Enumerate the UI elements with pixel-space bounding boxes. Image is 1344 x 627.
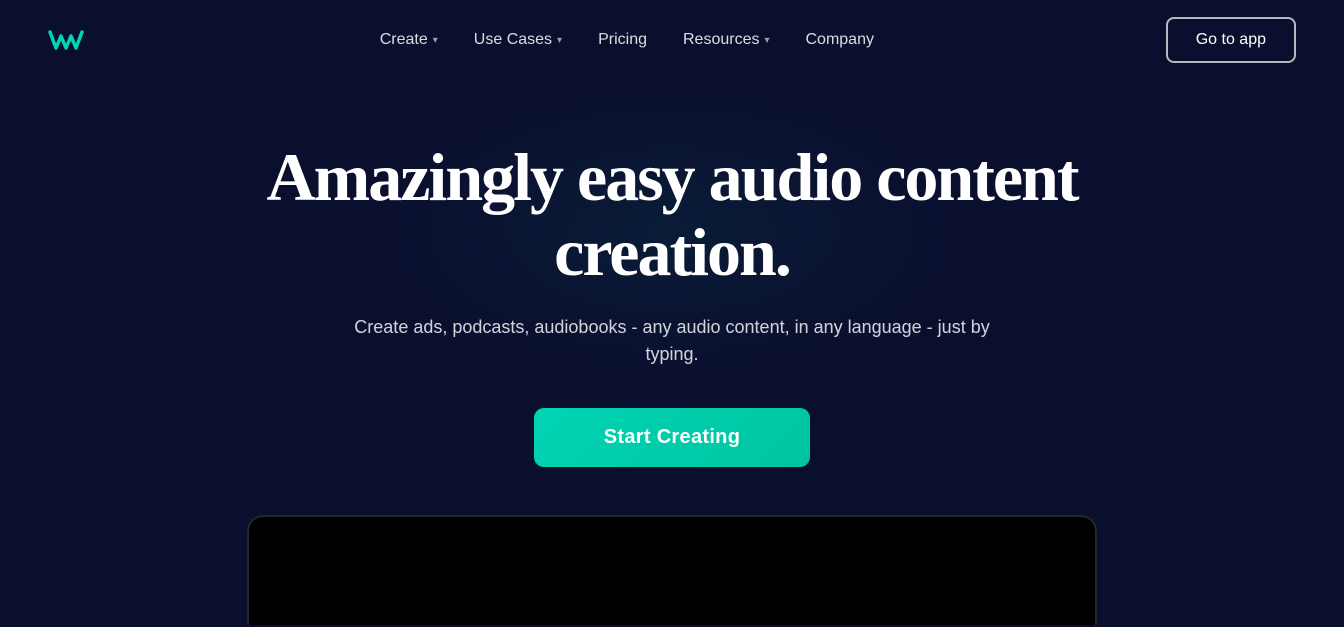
nav-item-create[interactable]: Create ▾ [380, 31, 438, 49]
app-preview-window [247, 515, 1097, 625]
nav-item-company[interactable]: Company [806, 31, 874, 49]
app-preview-container [0, 515, 1344, 625]
chevron-down-icon: ▾ [557, 35, 562, 46]
chevron-down-icon: ▾ [433, 35, 438, 46]
hero-section: Amazingly easy audio content creation. C… [0, 80, 1344, 467]
chevron-down-icon: ▾ [764, 35, 769, 46]
nav-item-pricing[interactable]: Pricing [598, 31, 647, 49]
nav-links: Create ▾ Use Cases ▾ Pricing Resources ▾… [380, 31, 874, 49]
nav-item-use-cases[interactable]: Use Cases ▾ [474, 31, 562, 49]
logo-icon [48, 26, 84, 54]
go-to-app-button[interactable]: Go to app [1166, 17, 1296, 63]
logo[interactable] [48, 26, 88, 54]
start-creating-button[interactable]: Start Creating [534, 408, 810, 467]
nav-item-resources[interactable]: Resources ▾ [683, 31, 770, 49]
hero-subtitle: Create ads, podcasts, audiobooks - any a… [332, 314, 1012, 368]
main-nav: Create ▾ Use Cases ▾ Pricing Resources ▾… [0, 0, 1344, 80]
hero-title: Amazingly easy audio content creation. [262, 140, 1082, 290]
